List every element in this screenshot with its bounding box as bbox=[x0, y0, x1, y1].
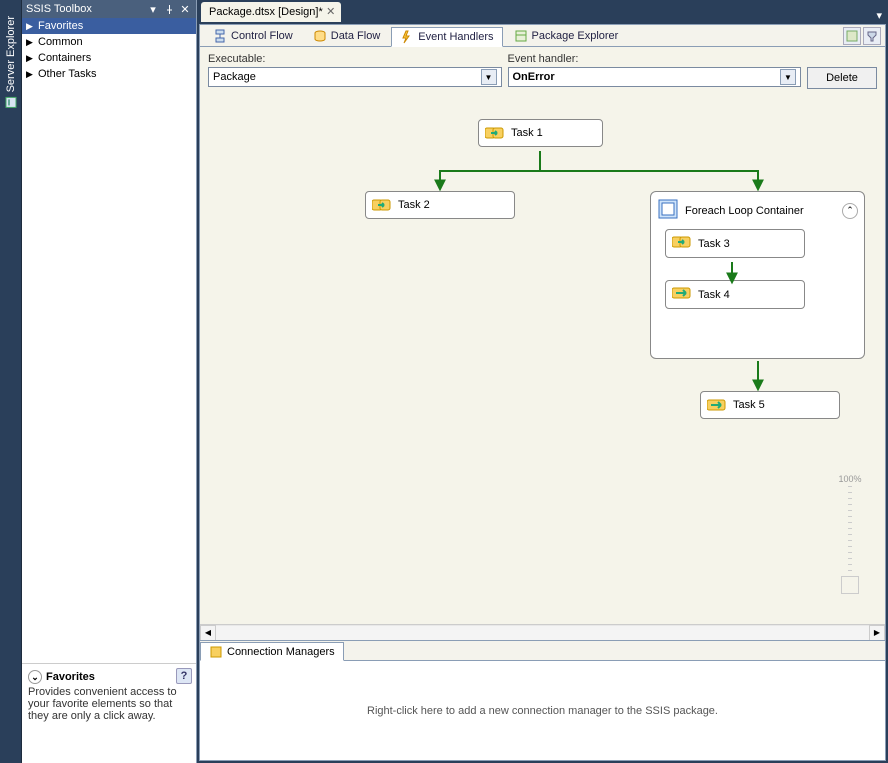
document-tab-close-icon[interactable]: ✕ bbox=[324, 4, 338, 18]
zoom-percent: 100% bbox=[838, 474, 861, 484]
executable-combo[interactable]: Package ▼ bbox=[208, 67, 502, 87]
zoom-slider[interactable]: 100% bbox=[835, 474, 865, 594]
toolbox-item-common[interactable]: ▶ Common bbox=[22, 34, 196, 50]
tab-label: Package Explorer bbox=[532, 30, 619, 42]
scroll-left-icon[interactable]: ◀ bbox=[200, 625, 216, 641]
task-node-task5[interactable]: Task 5 bbox=[700, 391, 840, 419]
toolbox-item-containers[interactable]: ▶ Containers bbox=[22, 50, 196, 66]
tab-package-explorer[interactable]: Package Explorer bbox=[505, 26, 628, 46]
expand-arrow-icon: ▶ bbox=[26, 53, 34, 64]
event-handler-value: OnError bbox=[513, 71, 555, 83]
foreach-loop-container[interactable]: Foreach Loop Container ⌃ Task 3 bbox=[650, 191, 865, 359]
package-explorer-icon bbox=[514, 29, 528, 43]
task-icon bbox=[707, 397, 727, 413]
description-collapse-icon[interactable]: ⌄ bbox=[28, 670, 42, 684]
tab-data-flow[interactable]: Data Flow bbox=[304, 26, 390, 46]
foreach-icon bbox=[657, 198, 679, 223]
connection-managers-body[interactable]: Right-click here to add a new connection… bbox=[200, 661, 885, 760]
event-handler-combo[interactable]: OnError ▼ bbox=[508, 67, 802, 87]
connection-managers-panel: Connection Managers Right-click here to … bbox=[200, 640, 885, 760]
toolbox-item-label: Common bbox=[38, 36, 83, 48]
toolbox-pane-icon[interactable] bbox=[863, 27, 881, 45]
designer-canvas-wrap: Task 1 Task 2 bbox=[200, 91, 885, 624]
dropdown-icon: ▼ bbox=[481, 69, 497, 85]
document-tab-package[interactable]: Package.dtsx [Design]* ✕ bbox=[201, 2, 341, 22]
server-explorer-label: Server Explorer bbox=[5, 16, 17, 92]
task-label: Task 1 bbox=[511, 127, 543, 139]
zoom-fit-icon[interactable] bbox=[841, 576, 859, 594]
event-handlers-icon bbox=[400, 30, 414, 44]
designer-canvas[interactable]: Task 1 Task 2 bbox=[200, 91, 885, 624]
toolbox-item-other-tasks[interactable]: ▶ Other Tasks bbox=[22, 66, 196, 82]
designer-shell: Control Flow Data Flow Event Handlers Pa… bbox=[199, 24, 886, 761]
toolbox-item-label: Other Tasks bbox=[38, 68, 97, 80]
description-help-icon[interactable]: ? bbox=[176, 668, 192, 684]
task-label: Task 5 bbox=[733, 399, 765, 411]
scroll-right-icon[interactable]: ▶ bbox=[869, 625, 885, 641]
designer-tabs: Control Flow Data Flow Event Handlers Pa… bbox=[200, 25, 885, 47]
toolbox-item-favorites[interactable]: ▶ Favorites bbox=[22, 18, 196, 34]
task-icon bbox=[672, 234, 692, 253]
description-title: Favorites bbox=[46, 671, 95, 683]
executable-label: Executable: bbox=[208, 53, 502, 65]
toolbox-item-label: Containers bbox=[38, 52, 91, 64]
tab-label: Data Flow bbox=[331, 30, 381, 42]
expand-arrow-icon: ▶ bbox=[26, 37, 34, 48]
expand-arrow-icon: ▶ bbox=[26, 21, 34, 32]
data-flow-icon bbox=[313, 29, 327, 43]
description-text: Provides convenient access to your favor… bbox=[28, 686, 190, 722]
connection-managers-tab[interactable]: Connection Managers bbox=[200, 642, 344, 661]
dropdown-icon: ▼ bbox=[780, 69, 796, 85]
expand-arrow-icon: ▶ bbox=[26, 69, 34, 80]
delete-button-label: Delete bbox=[826, 72, 858, 84]
connection-icon bbox=[209, 645, 223, 659]
executable-value: Package bbox=[213, 71, 256, 83]
delete-button[interactable]: Delete bbox=[807, 67, 877, 89]
toolbox-description-panel: ⌄ Favorites Provides convenient access t… bbox=[22, 663, 196, 763]
event-handler-param-row: Executable: Package ▼ Event handler: OnE… bbox=[200, 47, 885, 91]
control-flow-icon bbox=[213, 29, 227, 43]
task-node-task3[interactable]: Task 3 bbox=[665, 229, 805, 258]
connection-managers-tab-label: Connection Managers bbox=[227, 646, 335, 658]
event-handler-label: Event handler: bbox=[508, 53, 802, 65]
task-label: Task 2 bbox=[398, 199, 430, 211]
task-icon bbox=[372, 197, 392, 213]
tab-control-flow[interactable]: Control Flow bbox=[204, 26, 302, 46]
container-collapse-icon[interactable]: ⌃ bbox=[842, 203, 858, 219]
task-label: Task 3 bbox=[698, 238, 730, 250]
document-tab-bar: Package.dtsx [Design]* ✕ ▾ bbox=[197, 0, 888, 22]
task-icon bbox=[672, 285, 692, 304]
main-area: Package.dtsx [Design]* ✕ ▾ Control Flow … bbox=[197, 0, 888, 763]
foreach-label: Foreach Loop Container bbox=[685, 205, 804, 217]
toolbox-close-icon[interactable]: ✕ bbox=[178, 2, 192, 16]
zoom-track[interactable] bbox=[848, 486, 852, 572]
ssis-toolbox-panel: SSIS Toolbox ▾ ✕ ▶ Favorites ▶ Common ▶ … bbox=[22, 0, 197, 763]
toolbox-dropdown-icon[interactable]: ▾ bbox=[146, 2, 160, 16]
task-node-task1[interactable]: Task 1 bbox=[478, 119, 603, 147]
toolbox-title: SSIS Toolbox bbox=[26, 3, 92, 15]
document-tabs-dropdown-icon[interactable]: ▾ bbox=[870, 9, 888, 22]
task-node-task2[interactable]: Task 2 bbox=[365, 191, 515, 219]
toolbox-list: ▶ Favorites ▶ Common ▶ Containers ▶ Othe… bbox=[22, 18, 196, 663]
document-tab-label: Package.dtsx [Design]* bbox=[209, 6, 323, 18]
task-node-task4[interactable]: Task 4 bbox=[665, 280, 805, 309]
toolbox-header: SSIS Toolbox ▾ ✕ bbox=[22, 0, 196, 18]
connection-managers-empty-text: Right-click here to add a new connection… bbox=[367, 705, 718, 717]
variables-icon[interactable] bbox=[843, 27, 861, 45]
toolbox-pin-icon[interactable] bbox=[162, 2, 176, 16]
task-icon bbox=[485, 125, 505, 141]
horizontal-scrollbar[interactable]: ◀ ▶ bbox=[200, 624, 885, 640]
tab-label: Control Flow bbox=[231, 30, 293, 42]
toolbox-item-label: Favorites bbox=[38, 20, 83, 32]
tab-event-handlers[interactable]: Event Handlers bbox=[391, 27, 502, 47]
vertical-tool-strip: Server Explorer bbox=[0, 0, 22, 763]
server-explorer-tab[interactable]: Server Explorer bbox=[3, 6, 19, 118]
task-label: Task 4 bbox=[698, 289, 730, 301]
tab-label: Event Handlers bbox=[418, 31, 493, 43]
